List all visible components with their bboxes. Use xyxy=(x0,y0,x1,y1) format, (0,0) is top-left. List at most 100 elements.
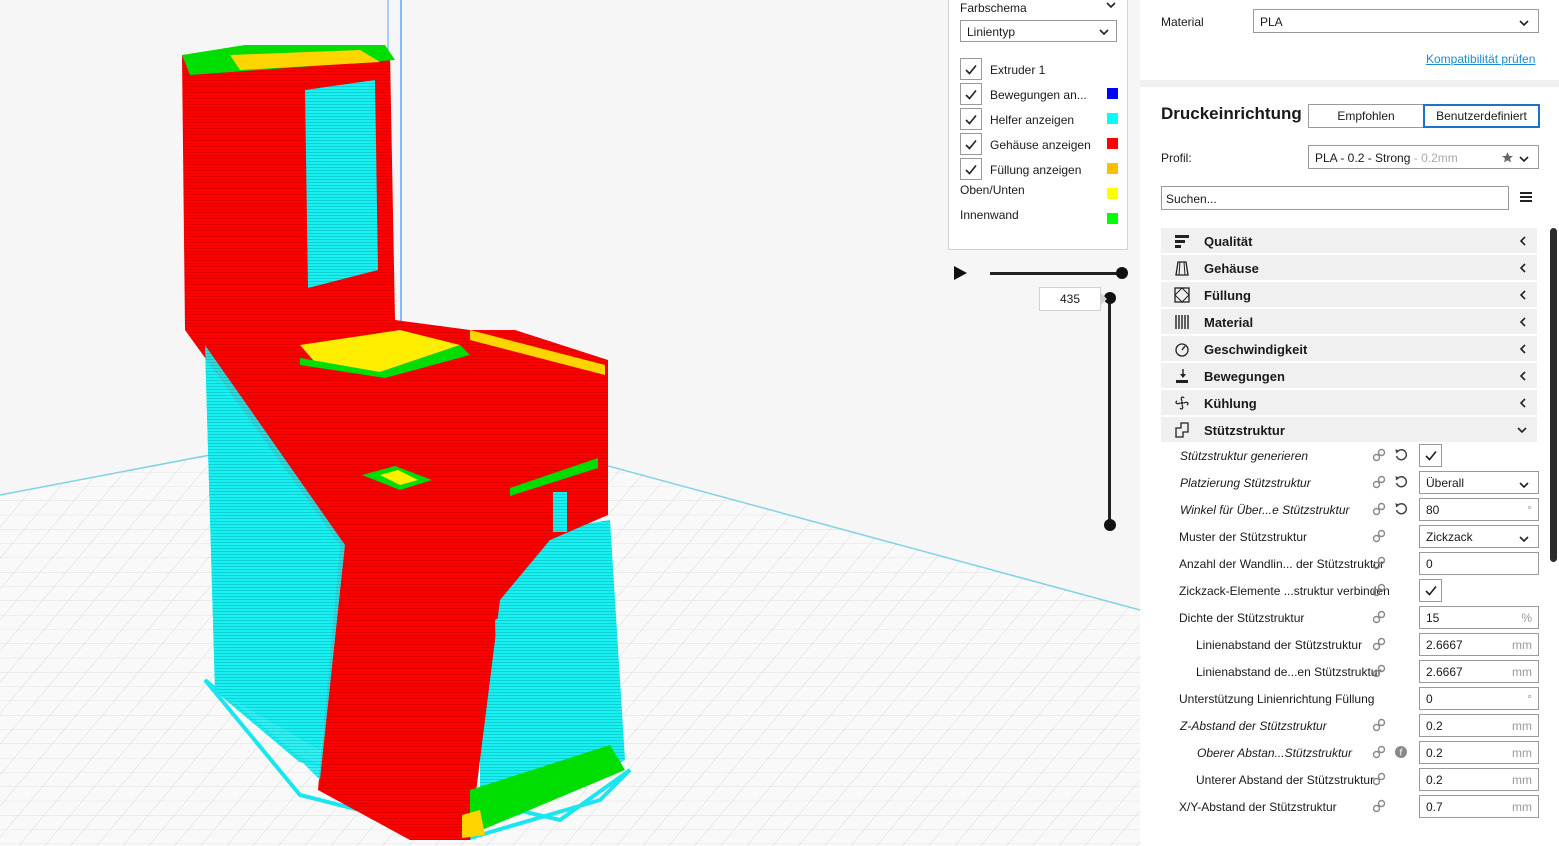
legend-color-swatch xyxy=(1107,213,1118,224)
link-icon[interactable] xyxy=(1372,502,1386,519)
setting-input[interactable]: 2.6667 mm xyxy=(1419,660,1539,683)
reset-icon[interactable] xyxy=(1394,448,1408,465)
legend-item-label: Extruder 1 xyxy=(990,63,1046,77)
layer-box-pointer xyxy=(1100,292,1107,306)
link-icon[interactable] xyxy=(1372,664,1386,681)
link-icon[interactable] xyxy=(1372,745,1386,762)
category-cooling[interactable]: Kühlung xyxy=(1161,390,1537,415)
setting-input[interactable]: 15% xyxy=(1419,606,1539,629)
current-layer-input[interactable]: 435 xyxy=(1039,287,1101,311)
setting-unit: mm xyxy=(1512,719,1532,733)
legend-item: Innenwand xyxy=(960,208,1118,230)
category-support[interactable]: Stützstruktur xyxy=(1161,417,1537,442)
setting-input[interactable]: 2.6667 mm xyxy=(1419,633,1539,656)
settings-scrollbar[interactable] xyxy=(1550,228,1557,562)
legend-checkbox[interactable] xyxy=(960,158,982,180)
category-material[interactable]: Material xyxy=(1161,309,1537,334)
setting-value: 0.2 xyxy=(1426,719,1443,733)
setting-value: 0.2 xyxy=(1426,773,1443,787)
legend-item[interactable]: Füllung anzeigen xyxy=(960,158,1118,180)
legend-item-label: Füllung anzeigen xyxy=(990,163,1082,177)
link-icon[interactable] xyxy=(1372,772,1386,789)
setting-value: 0 xyxy=(1426,557,1433,571)
view-legend-panel: Farbschema Linientyp Extruder 1 Bewegunge… xyxy=(948,0,1128,250)
setting-input[interactable]: 0.2 mm xyxy=(1419,714,1539,737)
setting-checkbox[interactable] xyxy=(1419,444,1442,467)
legend-checkbox[interactable] xyxy=(960,108,982,130)
legend-item[interactable]: Gehäuse anzeigen xyxy=(960,133,1118,155)
hamburger-menu-icon[interactable] xyxy=(1520,191,1532,203)
link-icon[interactable] xyxy=(1372,799,1386,816)
setting-value: Zickzack xyxy=(1426,530,1473,544)
setting-input[interactable]: 0.2 mm xyxy=(1419,768,1539,791)
legend-item-label: Gehäuse anzeigen xyxy=(990,138,1091,152)
legend-checkbox[interactable] xyxy=(960,58,982,80)
setting-unit: mm xyxy=(1512,773,1532,787)
tab-recommended[interactable]: Empfohlen xyxy=(1308,104,1424,128)
settings-search-input[interactable]: Suchen... xyxy=(1161,186,1509,210)
link-icon[interactable] xyxy=(1372,718,1386,735)
setting-select[interactable]: Zickzack xyxy=(1419,525,1539,548)
link-icon[interactable] xyxy=(1372,583,1386,600)
profile-select[interactable]: PLA - 0.2 - Strong - 0.2mm xyxy=(1308,145,1539,169)
setting-unit: mm xyxy=(1512,638,1532,652)
travel-icon xyxy=(1174,368,1190,384)
setting-unit: mm xyxy=(1512,746,1532,760)
setting-input[interactable]: 0.7 mm xyxy=(1419,795,1539,818)
reset-icon[interactable] xyxy=(1394,475,1408,492)
legend-item[interactable]: Extruder 1 xyxy=(960,58,1118,80)
legend-item[interactable]: Bewegungen an... xyxy=(960,83,1118,105)
layer-slider-bottom-handle[interactable] xyxy=(1104,519,1116,531)
legend-checkbox[interactable] xyxy=(960,133,982,155)
setting-input[interactable]: 0 ° xyxy=(1419,687,1539,710)
color-scheme-select[interactable]: Linientyp xyxy=(960,20,1117,42)
tab-custom[interactable]: Benutzerdefiniert xyxy=(1423,104,1540,128)
layer-progress-slider[interactable] xyxy=(990,272,1122,275)
print-setup-title: Druckeinrichtung xyxy=(1161,104,1302,123)
shell-icon xyxy=(1174,260,1190,276)
material-select[interactable]: PLA xyxy=(1253,9,1539,33)
support-icon xyxy=(1174,422,1190,438)
layer-range-slider[interactable] xyxy=(1108,297,1111,525)
category-label: Füllung xyxy=(1204,288,1251,303)
star-icon[interactable] xyxy=(1501,151,1514,164)
reset-icon[interactable] xyxy=(1394,502,1408,519)
setting-label: Winkel für Über...e Stützstruktur xyxy=(1180,503,1350,517)
link-icon[interactable] xyxy=(1372,637,1386,654)
setting-input[interactable]: 0 xyxy=(1419,552,1539,575)
setting-input[interactable]: 0.2 mm xyxy=(1419,741,1539,764)
setting-input[interactable]: 80 ° xyxy=(1419,498,1539,521)
infill-icon xyxy=(1174,287,1190,303)
category-travel[interactable]: Bewegungen xyxy=(1161,363,1537,388)
setting-label: Unterstützung Linienrichtung Füllung xyxy=(1179,692,1375,706)
setting-value: 0 xyxy=(1426,692,1433,706)
setting-label: X/Y-Abstand der Stützstruktur xyxy=(1179,800,1337,814)
profile-value: PLA - 0.2 - Strong - 0.2mm xyxy=(1315,151,1458,165)
progress-slider-handle[interactable] xyxy=(1116,267,1128,279)
chevron-down-icon xyxy=(1519,20,1529,27)
legend-checkbox[interactable] xyxy=(960,83,982,105)
chevron-down-icon[interactable] xyxy=(1105,0,1117,11)
check-compatibility-link[interactable]: Kompatibilität prüfen xyxy=(1426,52,1535,66)
profile-layer-height: - 0.2mm xyxy=(1413,151,1458,165)
setting-row: Linienabstand de...en Stützstruktur 2.666… xyxy=(1140,658,1540,685)
link-icon[interactable] xyxy=(1372,556,1386,573)
legend-item[interactable]: Helfer anzeigen xyxy=(960,108,1118,130)
setting-label: Stützstruktur generieren xyxy=(1180,449,1309,463)
category-shell[interactable]: Gehäuse xyxy=(1161,255,1537,280)
setting-row: Linienabstand der Stützstruktur 2.6667 mm xyxy=(1140,631,1540,658)
setting-checkbox[interactable] xyxy=(1419,579,1442,602)
play-icon[interactable] xyxy=(952,265,968,281)
category-speed[interactable]: Geschwindigkeit xyxy=(1161,336,1537,361)
info-icon[interactable]: f xyxy=(1394,745,1408,762)
setting-row: Zickzack-Elemente ...struktur verbinden xyxy=(1140,577,1540,604)
category-quality[interactable]: Qualität xyxy=(1161,228,1537,253)
legend-color-swatch xyxy=(1107,138,1118,149)
link-icon[interactable] xyxy=(1372,529,1386,546)
link-icon[interactable] xyxy=(1372,610,1386,627)
chevron-down-icon xyxy=(1516,424,1528,439)
setting-select[interactable]: Überall xyxy=(1419,471,1539,494)
category-infill[interactable]: Füllung xyxy=(1161,282,1537,307)
link-icon[interactable] xyxy=(1372,475,1386,492)
link-icon[interactable] xyxy=(1372,448,1386,465)
